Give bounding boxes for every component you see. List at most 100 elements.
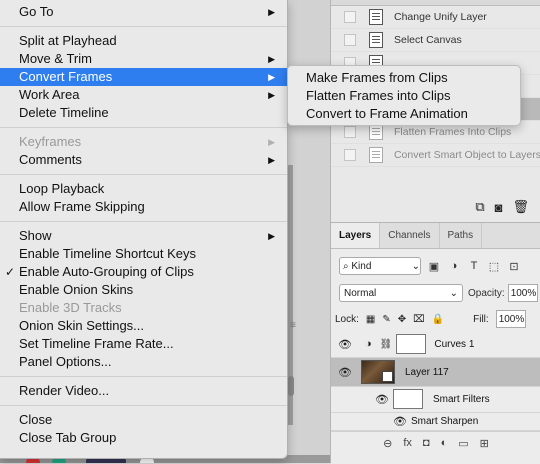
scrollbar-thumb[interactable] xyxy=(288,376,294,396)
lock-position-icon[interactable]: ✥ xyxy=(398,314,406,325)
lock-artboard-icon[interactable]: ⌧ xyxy=(413,314,425,325)
blend-mode-select[interactable]: Normal ⌄ xyxy=(339,284,463,302)
menu-item-label: Allow Frame Skipping xyxy=(19,199,145,214)
menu-item-split-at-playhead[interactable]: Split at Playhead xyxy=(0,32,287,50)
eye-icon[interactable]: 👁 xyxy=(338,366,352,379)
filter-mask-thumbnail[interactable] xyxy=(393,389,423,409)
submenu-arrow-icon: ▶ xyxy=(268,90,275,100)
fill-label: Fill: xyxy=(473,313,489,325)
snapshot-source-checkbox[interactable] xyxy=(344,126,356,138)
menu-item-close-tab-group[interactable]: Close Tab Group xyxy=(0,429,287,447)
menu-item-render-video[interactable]: Render Video... xyxy=(0,382,287,400)
menu-item-move-trim[interactable]: Move & Trim ▶ xyxy=(0,50,287,68)
snapshot-source-checkbox[interactable] xyxy=(344,11,356,23)
menu-separator xyxy=(0,405,287,406)
submenu-arrow-icon: ▶ xyxy=(268,54,275,64)
menu-item-convert-to-frame-animation[interactable]: Convert to Frame Animation xyxy=(288,105,520,123)
tab-paths[interactable]: Paths xyxy=(440,223,483,248)
submenu-arrow-icon: ▶ xyxy=(268,7,275,17)
convert-frames-submenu: Make Frames from Clips Flatten Frames in… xyxy=(287,65,521,126)
filter-name[interactable]: Smart Sharpen xyxy=(411,416,478,427)
history-state-label: Flatten Frames Into Clips xyxy=(394,126,512,138)
menu-item-comments[interactable]: Comments ▶ xyxy=(0,151,287,169)
menu-item-label: Work Area xyxy=(19,87,80,102)
menu-item-label: Go To xyxy=(19,4,54,19)
menu-item-allow-frame-skipping[interactable]: Allow Frame Skipping xyxy=(0,198,287,216)
layer-name[interactable]: Curves 1 xyxy=(434,339,474,350)
lock-label: Lock: xyxy=(335,313,359,325)
lock-all-icon[interactable]: 🔒 xyxy=(432,314,444,325)
new-group-folder-icon[interactable]: ▭ xyxy=(458,437,468,450)
menu-item-work-area[interactable]: Work Area ▶ xyxy=(0,86,287,104)
layer-name[interactable]: Layer 117 xyxy=(405,367,449,378)
layer-mask-thumbnail[interactable] xyxy=(396,334,427,354)
lock-image-icon[interactable]: ✎ xyxy=(382,314,390,325)
menu-item-delete-timeline[interactable]: Delete Timeline xyxy=(0,104,287,122)
menu-item-loop-playback[interactable]: Loop Playback xyxy=(0,180,287,198)
menu-item-onion-skin-settings[interactable]: Onion Skin Settings... xyxy=(0,317,287,335)
lock-row: Lock: ▦ ✎ ✥ ⌧ 🔒 Fill: 100% xyxy=(335,309,540,329)
eye-icon[interactable]: 👁 xyxy=(338,338,352,351)
smart-object-filter-icon[interactable]: ⊡ xyxy=(507,260,521,273)
link-layers-icon[interactable]: ⊖ xyxy=(383,437,392,450)
chain-link-icon[interactable]: ⛓ xyxy=(380,339,393,350)
type-filter-icon[interactable]: T xyxy=(467,260,481,272)
menu-item-label: Split at Playhead xyxy=(19,33,117,48)
menu-item-enable-timeline-shortcut-keys[interactable]: Enable Timeline Shortcut Keys xyxy=(0,245,287,263)
history-state-icon xyxy=(369,9,383,25)
layers-tab-bar: Layers Channels Paths xyxy=(331,223,540,249)
menu-item-convert-frames[interactable]: Convert Frames ▶ xyxy=(0,68,287,86)
menu-item-label: Show xyxy=(19,228,52,243)
menu-item-label: Onion Skin Settings... xyxy=(19,318,145,333)
eye-icon[interactable]: 👁 xyxy=(393,415,407,428)
menu-item-enable-3d-tracks: Enable 3D Tracks xyxy=(0,299,287,317)
menu-item-set-timeline-frame-rate[interactable]: Set Timeline Frame Rate... xyxy=(0,335,287,353)
history-state-row[interactable]: Convert Smart Object to Layers xyxy=(331,144,540,167)
fill-field[interactable]: 100% xyxy=(495,310,526,328)
opacity-field[interactable]: 100% xyxy=(507,284,538,302)
menu-item-enable-auto-grouping-of-clips[interactable]: ✓ Enable Auto-Grouping of Clips xyxy=(0,263,287,281)
shape-filter-icon[interactable]: ⬚ xyxy=(487,260,501,273)
filter-kind-select[interactable]: ⌕ Kind ⌄ xyxy=(339,257,421,275)
add-mask-icon[interactable]: ◘ xyxy=(423,437,430,449)
menu-lines-icon: ≡ xyxy=(290,320,296,331)
menu-item-enable-onion-skins[interactable]: Enable Onion Skins xyxy=(0,281,287,299)
history-state-icon xyxy=(369,124,383,140)
adjustment-filter-icon[interactable]: ◑ xyxy=(447,260,461,272)
blend-row: Normal ⌄ Opacity: 100% xyxy=(339,283,540,303)
new-document-from-state-icon[interactable]: ⧉ xyxy=(475,199,484,215)
layer-row-117[interactable]: 👁 Layer 117 xyxy=(331,358,540,387)
snapshot-source-checkbox[interactable] xyxy=(344,149,356,161)
tab-layers[interactable]: Layers xyxy=(331,223,381,248)
adjustment-layer-icon[interactable]: ◐ xyxy=(441,437,448,449)
layer-style-fx-icon[interactable]: fx xyxy=(403,437,412,449)
menu-item-make-frames-from-clips[interactable]: Make Frames from Clips xyxy=(288,69,520,87)
layer-row-curves[interactable]: 👁 ◑ ⛓ Curves 1 xyxy=(331,331,540,358)
history-state-label: Select Canvas xyxy=(394,34,462,46)
menu-item-close[interactable]: Close xyxy=(0,411,287,429)
camera-snapshot-icon[interactable]: ◙ xyxy=(495,200,503,215)
history-state-row[interactable]: Change Unify Layer xyxy=(331,6,540,29)
menu-item-flatten-frames-into-clips[interactable]: Flatten Frames into Clips xyxy=(288,87,520,105)
menu-item-panel-options[interactable]: Panel Options... xyxy=(0,353,287,371)
layer-filter-row: ⌕ Kind ⌄ ▣ ◑ T ⬚ ⊡ xyxy=(339,256,540,276)
history-state-row[interactable]: Select Canvas xyxy=(331,29,540,52)
chevron-down-icon: ⌄ xyxy=(449,287,458,299)
snapshot-source-checkbox[interactable] xyxy=(344,34,356,46)
new-layer-icon[interactable]: ⊞ xyxy=(480,437,489,450)
pixel-filter-icon[interactable]: ▣ xyxy=(427,260,441,273)
menu-separator xyxy=(0,127,287,128)
menu-separator xyxy=(0,26,287,27)
layer-thumbnail[interactable] xyxy=(361,360,395,384)
smart-sharpen-filter-row[interactable]: 👁 Smart Sharpen xyxy=(331,412,540,431)
trash-icon[interactable]: 🗑 xyxy=(512,199,529,215)
submenu-arrow-icon: ▶ xyxy=(268,72,275,82)
menu-item-label: Render Video... xyxy=(19,383,110,398)
menu-item-go-to[interactable]: Go To ▶ xyxy=(0,3,287,21)
tab-channels[interactable]: Channels xyxy=(380,223,440,248)
eye-icon[interactable]: 👁 xyxy=(375,393,389,406)
lock-transparent-icon[interactable]: ▦ xyxy=(366,314,375,325)
menu-item-label: Panel Options... xyxy=(19,354,112,369)
smart-filters-row[interactable]: 👁 Smart Filters xyxy=(331,386,540,413)
menu-item-show[interactable]: Show ▶ xyxy=(0,227,287,245)
